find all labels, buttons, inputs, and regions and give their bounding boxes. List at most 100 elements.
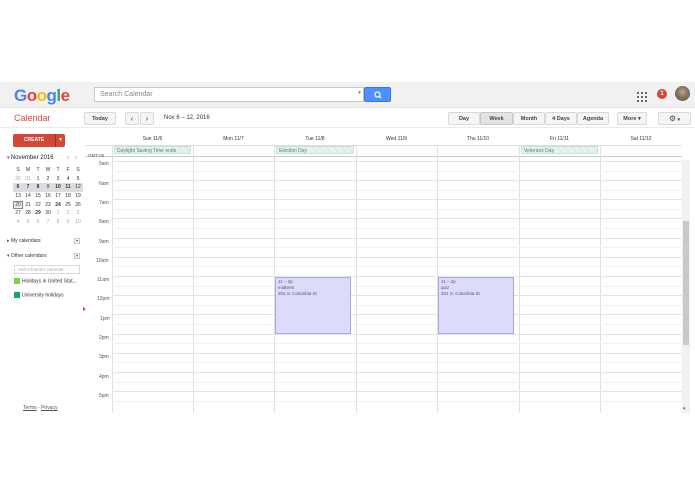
- search-options-chevron-icon[interactable]: ▼: [357, 90, 362, 96]
- mini-calendar-day[interactable]: 6: [13, 184, 23, 190]
- mini-calendar-day[interactable]: 12: [73, 184, 83, 190]
- mini-calendar-day[interactable]: 9: [43, 184, 53, 190]
- mini-calendar-day[interactable]: 3: [73, 210, 83, 216]
- settings-button[interactable]: ⚙ ▾: [658, 112, 691, 125]
- chevron-left-icon: ‹: [130, 114, 134, 123]
- date-range: Nov 6 – 12, 2016: [164, 115, 210, 121]
- mini-calendar-day[interactable]: 7: [43, 219, 53, 225]
- day-header[interactable]: Wed 11/9: [356, 136, 437, 142]
- apps-grid-icon[interactable]: [637, 89, 647, 102]
- notifications-badge[interactable]: 1: [657, 89, 667, 99]
- mini-calendar-day[interactable]: 21: [23, 202, 33, 208]
- footer-links: Terms - Privacy: [23, 405, 57, 411]
- prev-week-button[interactable]: ‹: [125, 112, 139, 125]
- mini-calendar-day[interactable]: 23: [43, 202, 53, 208]
- other-calendars-toggle[interactable]: ▾ Other calendars: [7, 253, 46, 259]
- avatar[interactable]: [675, 86, 690, 101]
- more-button[interactable]: More ▾: [617, 112, 647, 125]
- privacy-link[interactable]: Privacy: [41, 405, 57, 411]
- mini-calendar-week: 27 28 29 30 1 2 3: [13, 209, 83, 218]
- mini-calendar-day[interactable]: 26: [73, 202, 83, 208]
- toolbar-divider: [0, 127, 695, 128]
- mini-calendar-day-today[interactable]: 20: [13, 200, 23, 209]
- mini-calendar-day[interactable]: 4: [63, 176, 73, 182]
- terms-link[interactable]: Terms: [23, 405, 37, 411]
- mini-calendar-day[interactable]: 22: [33, 202, 43, 208]
- search-button[interactable]: [364, 87, 391, 102]
- day-header[interactable]: Mon 11/7: [193, 136, 274, 142]
- create-dropdown-button[interactable]: ▼: [55, 134, 65, 147]
- all-day-event[interactable]: Election Day: [276, 146, 354, 154]
- mini-calendar-day[interactable]: 6: [33, 219, 43, 225]
- mini-calendar-header[interactable]: ▾ November 2016: [7, 155, 54, 161]
- mini-calendar-day[interactable]: 5: [73, 176, 83, 182]
- hour-label: 11am: [97, 277, 110, 283]
- mini-calendar-day[interactable]: 5: [23, 219, 33, 225]
- mini-calendar-day[interactable]: 28: [23, 210, 33, 216]
- create-button[interactable]: CREATE: [13, 134, 55, 147]
- mini-calendar-day[interactable]: 4: [13, 219, 23, 225]
- google-logo[interactable]: Google: [14, 86, 70, 106]
- mini-calendar-day[interactable]: 1: [33, 176, 43, 182]
- day-header[interactable]: Fri 11/11: [519, 136, 600, 142]
- other-calendars-dropdown[interactable]: ▾: [74, 253, 80, 259]
- calendar-color-swatch[interactable]: [14, 292, 20, 298]
- mini-calendar-day[interactable]: 19: [73, 193, 83, 199]
- view-day-button[interactable]: Day: [448, 112, 480, 125]
- mini-calendar-day[interactable]: 11: [63, 184, 73, 190]
- all-day-event[interactable]: Daylight Saving Time ends: [114, 146, 191, 154]
- calendar-color-swatch[interactable]: [14, 278, 20, 284]
- mini-calendar-day[interactable]: 13: [13, 193, 23, 199]
- view-4days-button[interactable]: 4 Days: [545, 112, 577, 125]
- my-calendars-dropdown[interactable]: ▾: [74, 238, 80, 244]
- mini-calendar-day[interactable]: 30: [43, 210, 53, 216]
- mini-calendar-day[interactable]: 17: [53, 193, 63, 199]
- mini-calendar-day[interactable]: 30: [13, 176, 23, 182]
- mini-calendar-day[interactable]: 27: [13, 210, 23, 216]
- hour-label: 12pm: [97, 296, 110, 302]
- my-calendars-toggle[interactable]: ▸ My calendars: [7, 238, 41, 244]
- mini-calendar-day[interactable]: 25: [63, 202, 73, 208]
- mini-calendar-day[interactable]: 3: [53, 176, 63, 182]
- scrollbar-thumb[interactable]: [683, 221, 689, 345]
- search-input[interactable]: Search Calendar: [94, 87, 364, 102]
- mini-calendar-day[interactable]: 18: [63, 193, 73, 199]
- calendar-event[interactable]: 11 – 2p quiz 201 S. Columbia St: [438, 277, 514, 334]
- day-header[interactable]: Sat 11/12: [600, 136, 682, 142]
- all-day-event[interactable]: Veterans Day: [521, 146, 598, 154]
- hour-label: 5pm: [99, 393, 109, 399]
- view-agenda-button[interactable]: Agenda: [577, 112, 609, 125]
- mini-calendar-day[interactable]: 10: [73, 219, 83, 225]
- mini-calendar-day[interactable]: 31: [23, 176, 33, 182]
- calendar-item-university[interactable]: University holidays: [14, 292, 64, 298]
- calendar-item-holidays[interactable]: Holidays in United Stat...: [14, 278, 77, 284]
- mini-calendar-day[interactable]: 10: [53, 184, 63, 190]
- mini-calendar-day[interactable]: 16: [43, 193, 53, 199]
- hour-line: [112, 180, 682, 181]
- hour-line: [112, 314, 682, 315]
- view-month-button[interactable]: Month: [513, 112, 545, 125]
- day-header[interactable]: Thu 11/10: [437, 136, 519, 142]
- today-button[interactable]: Today: [84, 112, 116, 125]
- mini-calendar-day[interactable]: 2: [43, 176, 53, 182]
- mini-calendar-day[interactable]: 9: [63, 219, 73, 225]
- mini-calendar-day[interactable]: 29: [33, 210, 43, 216]
- add-friend-calendar-input[interactable]: Add a friend's calendar: [14, 265, 80, 274]
- view-week-button[interactable]: Week: [480, 112, 513, 125]
- mini-calendar-day[interactable]: 14: [23, 193, 33, 199]
- mini-calendar-prev[interactable]: ‹: [67, 155, 69, 161]
- scroll-down-icon[interactable]: ▾: [683, 406, 686, 412]
- mini-calendar-day[interactable]: 2: [63, 210, 73, 216]
- mini-calendar-day[interactable]: 8: [53, 219, 63, 225]
- mini-calendar-day[interactable]: 7: [23, 184, 33, 190]
- day-header[interactable]: Sun 11/6: [112, 136, 193, 142]
- mini-calendar-day[interactable]: 8: [33, 184, 43, 190]
- mini-calendar-day[interactable]: 24: [53, 202, 63, 208]
- mini-calendar-day[interactable]: 15: [33, 193, 43, 199]
- mini-calendar-next[interactable]: ›: [75, 155, 77, 161]
- next-week-button[interactable]: ›: [140, 112, 154, 125]
- day-header[interactable]: Tue 11/8: [274, 136, 356, 142]
- mini-calendar-day[interactable]: 1: [53, 210, 63, 216]
- calendar-event[interactable]: 11 – 2p midterm 201 S. Columbia St: [275, 277, 351, 334]
- hour-line: [112, 353, 682, 354]
